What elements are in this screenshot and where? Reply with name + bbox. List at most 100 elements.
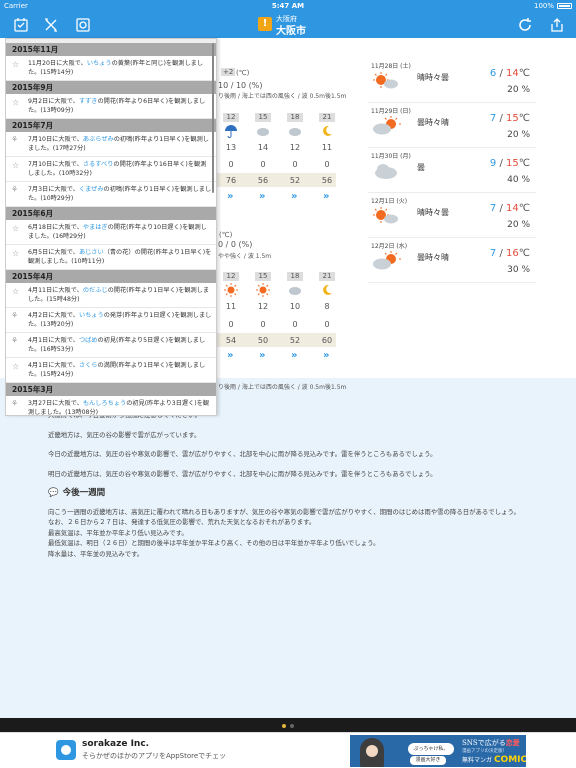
drawer-section-header: 2015年11月 bbox=[6, 43, 216, 56]
hour-temp: 14 bbox=[257, 143, 269, 152]
page-dot[interactable] bbox=[290, 724, 294, 728]
weekly-desc: 曇時々晴 bbox=[417, 253, 449, 262]
wind-arrow-icon: » bbox=[323, 191, 330, 202]
hour-temp: 11 bbox=[321, 143, 333, 152]
butterfly-icon[interactable]: ⚘ bbox=[11, 311, 18, 320]
share-icon[interactable] bbox=[548, 16, 566, 34]
hour-precip: 0 bbox=[228, 160, 234, 169]
hour-precip: 0 bbox=[260, 160, 266, 169]
drawer-section-header: 2015年6月 bbox=[6, 207, 216, 220]
drawer-item-text: 4月1日に大阪で、 bbox=[28, 362, 79, 369]
drawer-item[interactable]: ⚘ 7月10日に大阪で、あぶらぜみの初鳴(昨年より1日早く)を観測しました。(17… bbox=[6, 132, 216, 157]
settings-badge-icon[interactable] bbox=[74, 16, 92, 34]
cloud-icon bbox=[375, 164, 397, 179]
weekly-row[interactable]: 11月30日 (月) 曇 9 / 15℃ 40 % bbox=[368, 148, 536, 193]
temp-unit: (℃) bbox=[236, 69, 250, 77]
star-icon[interactable]: ☆ bbox=[12, 161, 19, 170]
page-dot-active[interactable] bbox=[282, 724, 286, 728]
drawer-item-text: 6月18日に大阪で、 bbox=[28, 224, 83, 231]
article-paragraph: 最高気温は、平年並か平年より低い見込みです。 bbox=[48, 528, 188, 537]
star-icon[interactable]: ☆ bbox=[12, 362, 19, 371]
article-paragraph: 明日の近畿地方は、気圧の谷や寒気の影響で、雲が広がりやすく、北部を中心に雨が降る… bbox=[48, 469, 437, 478]
article-paragraph: 降水量は、平年並の見込みです。 bbox=[48, 549, 144, 558]
hour-precip: 0 bbox=[260, 320, 266, 329]
weekly-row[interactable]: 12月1日 (火) 晴時々曇 7 / 14℃ 20 % bbox=[368, 193, 536, 238]
banner-brand-line: 無料マンガ COMICO bbox=[462, 755, 526, 765]
weekly-pop: 20 % bbox=[507, 220, 530, 230]
max-temp: 14 bbox=[506, 203, 519, 214]
refresh-icon[interactable] bbox=[516, 16, 534, 34]
phenology-drawer[interactable]: 2015年11月 ☆ 11月20日に大阪で、いちょうの黄葉(昨年と同じ)を観測しまし… bbox=[5, 38, 217, 416]
star-icon[interactable]: ☆ bbox=[12, 98, 19, 107]
drawer-item[interactable]: ☆ 9月2日に大阪で、すすきの開花(昨年より6日早く)を観測しました。(13時09… bbox=[6, 94, 216, 119]
warning-icon[interactable]: ! bbox=[258, 17, 272, 31]
weekly-date: 11月30日 (月) bbox=[371, 153, 411, 160]
hour-precip: 0 bbox=[228, 320, 234, 329]
drawer-item[interactable]: ☆ 4月1日に大阪で、さくらの満開(昨年より1日早く)を観測しました。(15時24… bbox=[6, 358, 216, 383]
butterfly-icon[interactable]: ⚘ bbox=[11, 135, 18, 144]
star-icon[interactable]: ☆ bbox=[12, 224, 19, 233]
page-indicator[interactable] bbox=[0, 718, 576, 732]
weekly-temp: 6 / 14℃ bbox=[490, 68, 530, 79]
banner-bubble: ぷっちゃけ私、 bbox=[408, 743, 454, 755]
banner-headline-highlight: 恋愛 bbox=[505, 738, 520, 747]
hour-label: 21 bbox=[319, 272, 335, 281]
drawer-item[interactable]: ⚘ 3月27日に大阪で、もんしろちょうの初見(昨年より3日遅く)を観測しました。(… bbox=[6, 396, 216, 415]
drawer-item[interactable]: ⚘ 4月2日に大阪で、いちょうの発芽(昨年より1日遅く)を観測しました。(13時2… bbox=[6, 308, 216, 333]
temp-unit: (℃) bbox=[219, 231, 233, 239]
drawer-scrollbar[interactable] bbox=[212, 43, 214, 193]
max-temp: 15 bbox=[506, 113, 519, 124]
character-face bbox=[366, 745, 378, 757]
article-paragraph: 今日の近畿地方は、気圧の谷や寒気の影響で、雲が広がりやすく、北部を中心に雨が降る… bbox=[48, 450, 437, 458]
hour-humidity: 54 bbox=[225, 336, 237, 345]
comico-banner[interactable]: ぷっちゃけ私、 漫画大好き SNSで広がる恋愛 漫画アプリの決定版！ 無料マンガ… bbox=[350, 735, 526, 767]
ad-banner[interactable]: sorakaze Inc. そらかぜのほかのアプリをAppStoreでチェッ ぷ… bbox=[0, 732, 576, 768]
tools-icon[interactable] bbox=[42, 16, 60, 34]
drawer-item[interactable]: ⚘ 4月1日に大阪で、つばめの初見(昨年より5日遅く)を観測しました。(16時53… bbox=[6, 333, 216, 358]
drawer-item-highlight: くまぜみ bbox=[78, 186, 104, 193]
butterfly-icon[interactable]: ⚘ bbox=[11, 399, 18, 408]
drawer-item[interactable]: ☆ 6月5日に大阪で、あじさい（青の花）の開花(昨年より1日早く)を観測しました。… bbox=[6, 245, 216, 270]
weekly-date: 11月28日 (土) bbox=[371, 63, 411, 70]
hour-label: 21 bbox=[319, 113, 335, 122]
weekly-row[interactable]: 11月28日 (土) 晴時々曇 6 / 14℃ 20 % bbox=[368, 58, 536, 103]
drawer-item[interactable]: ☆ 11月20日に大阪で、いちょうの黄葉(昨年と同じ)を観測しました。(15時14… bbox=[6, 56, 216, 81]
weekly-date: 12月2日 (水) bbox=[371, 243, 408, 250]
max-temp: 16 bbox=[506, 248, 519, 259]
drawer-item-highlight: あぶらぜみ bbox=[82, 136, 114, 143]
hour-humidity: 56 bbox=[257, 176, 269, 185]
drawer-item-text: 11月20日に大阪で、 bbox=[28, 60, 87, 67]
butterfly-icon[interactable]: ⚘ bbox=[11, 185, 18, 194]
temp-separator: / bbox=[496, 248, 507, 259]
drawer-item[interactable]: ⚘ 7月3日に大阪で、くまぜみの初鳴(昨年より1日早く)を観測しました。(10時2… bbox=[6, 182, 216, 207]
sun-icon bbox=[224, 283, 238, 297]
drawer-list[interactable]: 2015年11月 ☆ 11月20日に大阪で、いちょうの黄葉(昨年と同じ)を観測しまし… bbox=[6, 43, 216, 415]
weekly-desc: 晴時々曇 bbox=[417, 208, 449, 217]
weekly-pop: 40 % bbox=[507, 175, 530, 185]
wind-arrow-icon: » bbox=[259, 191, 266, 202]
drawer-item[interactable]: ☆ 4月11日に大阪で、のだふじの開花(昨年より1日早く)を観測しました。(15時… bbox=[6, 283, 216, 308]
sun-cloud-icon bbox=[373, 72, 398, 89]
star-icon[interactable]: ☆ bbox=[12, 249, 19, 258]
wind-arrow-icon: » bbox=[227, 350, 234, 361]
drawer-item-highlight: あじさい bbox=[78, 249, 104, 256]
hour-label: 12 bbox=[223, 272, 239, 281]
drawer-item[interactable]: ☆ 7月10日に大阪で、さるすべりの開花(昨年より16日早く)を観測しました。(1… bbox=[6, 157, 216, 182]
butterfly-icon[interactable]: ⚘ bbox=[11, 336, 18, 345]
drawer-item-text: 3月27日に大阪で、 bbox=[28, 400, 83, 407]
weekly-row[interactable]: 11月29日 (日) 曇時々晴 7 / 15℃ 20 % bbox=[368, 103, 536, 148]
temp-unit: ℃ bbox=[518, 248, 530, 259]
banner-headline-text: SNSで広がる bbox=[462, 739, 506, 747]
drawer-item[interactable]: ☆ 6月18日に大阪で、やまはぎの開花(昨年より10日遅く)を観測しました。(16… bbox=[6, 220, 216, 245]
ad-title: sorakaze Inc. bbox=[82, 739, 150, 749]
temp-unit: ℃ bbox=[518, 158, 530, 169]
max-temp: 15 bbox=[506, 158, 519, 169]
weekly-pop: 30 % bbox=[507, 265, 530, 275]
sun-icon bbox=[256, 283, 270, 297]
weekly-row[interactable]: 12月2日 (水) 曇時々晴 7 / 16℃ 30 % bbox=[368, 238, 536, 283]
city-label: 大阪市 bbox=[276, 26, 306, 37]
banner-bubble: 漫画大好き bbox=[410, 756, 446, 765]
star-icon[interactable]: ☆ bbox=[12, 287, 19, 296]
calendar-notes-icon[interactable] bbox=[12, 16, 30, 34]
star-icon[interactable]: ☆ bbox=[12, 60, 19, 69]
